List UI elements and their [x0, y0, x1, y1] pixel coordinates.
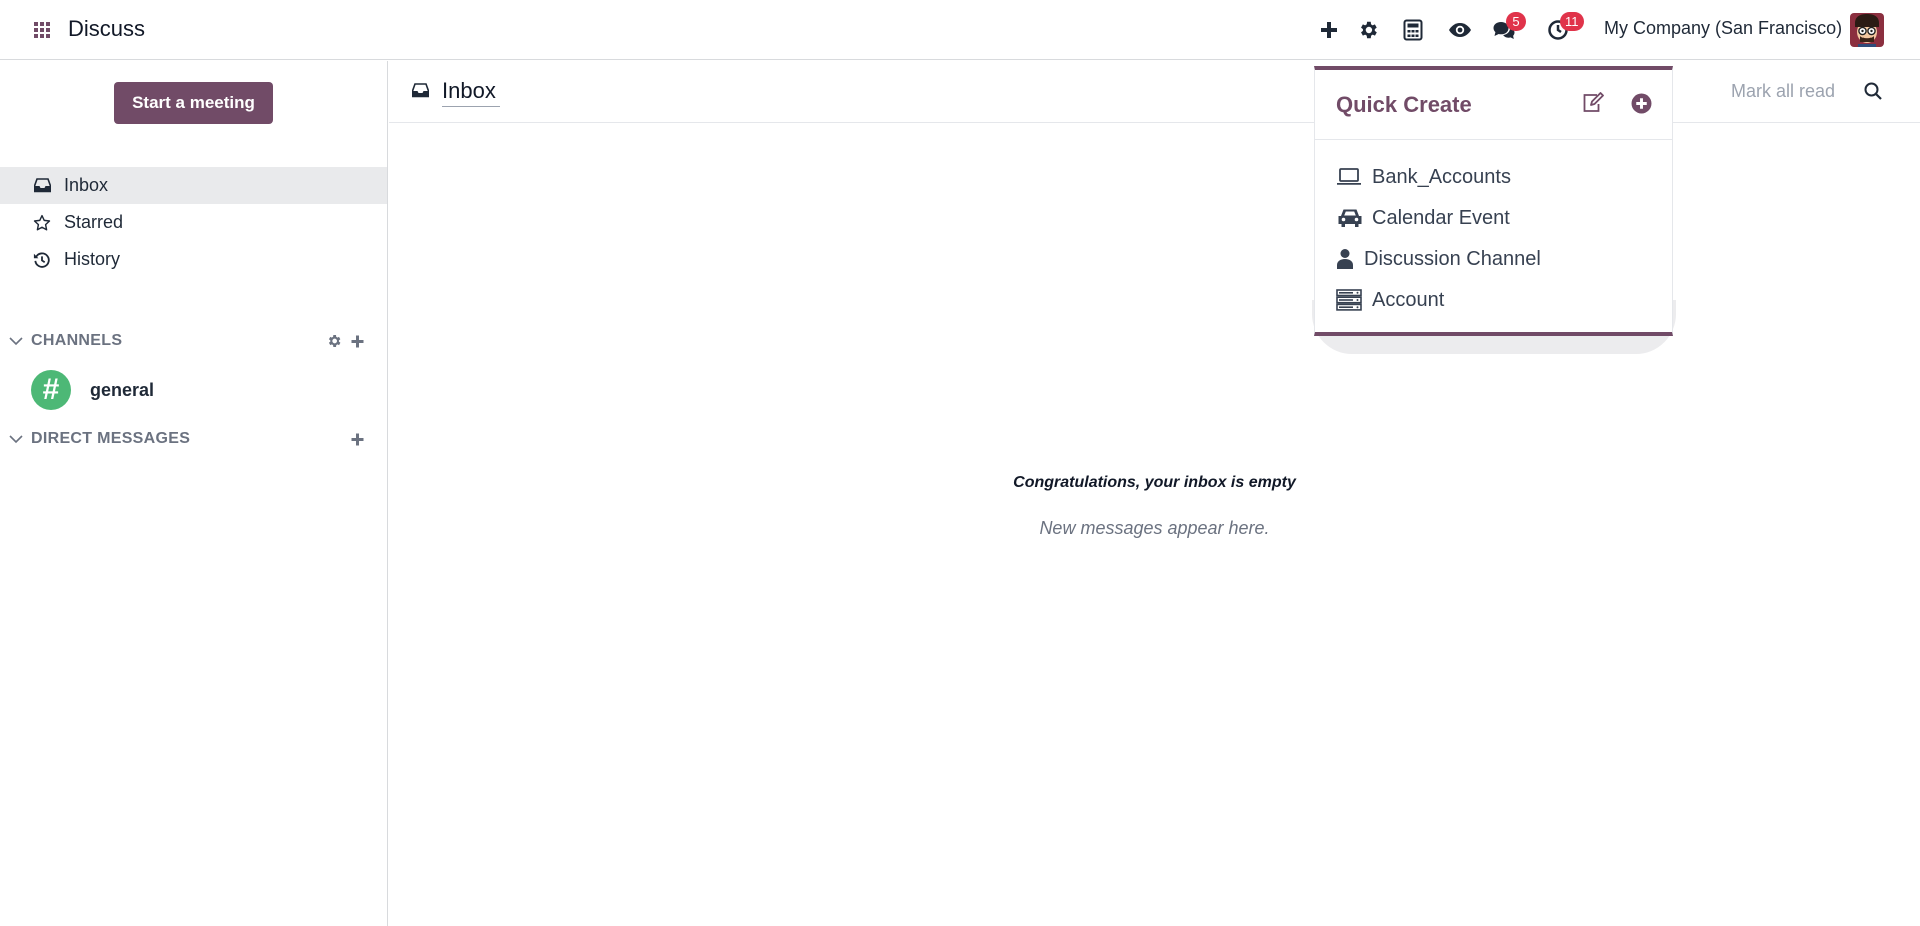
channel-settings-gear-icon[interactable]: [325, 332, 343, 350]
app-title[interactable]: Discuss: [68, 16, 145, 42]
user-icon: [1336, 247, 1356, 271]
apps-menu-icon[interactable]: [32, 20, 52, 40]
search-icon[interactable]: [1863, 81, 1885, 103]
messages-chat-icon[interactable]: 5: [1490, 12, 1526, 44]
thread-header: Inbox Mark all read: [389, 61, 1920, 123]
settings-gear-icon[interactable]: [1354, 16, 1382, 44]
top-navbar: Discuss 5 11 My Company (San Francisco): [0, 0, 1920, 60]
messages-count-badge: 5: [1506, 12, 1526, 31]
add-circle-icon[interactable]: [1631, 93, 1653, 115]
sidebar-item-history[interactable]: History: [0, 241, 387, 278]
quick-create-item-label: Account: [1372, 288, 1445, 311]
chevron-down-icon[interactable]: [8, 431, 24, 447]
channels-category: CHANNELS: [0, 326, 387, 356]
sidebar-item-inbox[interactable]: Inbox: [0, 167, 387, 204]
quick-create-item-calendar-event[interactable]: Calendar Event: [1336, 201, 1656, 235]
channel-name: general: [90, 379, 155, 400]
discuss-sidebar: Start a meeting Inbox Starred History CH…: [0, 61, 388, 926]
quick-create-dropdown: Quick Create Bank_Accounts Calendar Even…: [1314, 66, 1673, 336]
channel-item-general[interactable]: # general: [0, 366, 387, 414]
channels-category-label[interactable]: CHANNELS: [31, 332, 122, 350]
quick-create-item-label: Calendar Event: [1372, 206, 1510, 229]
server-icon: [1336, 288, 1364, 312]
quick-create-title: Quick Create: [1336, 92, 1472, 117]
car-icon: [1336, 206, 1364, 230]
user-avatar[interactable]: [1850, 13, 1884, 47]
sidebar-item-starred[interactable]: Starred: [0, 204, 387, 241]
quick-create-plus-icon[interactable]: [1315, 16, 1343, 44]
star-icon: [33, 214, 51, 232]
activities-clock-icon[interactable]: 11: [1544, 12, 1584, 44]
sidebar-item-label: History: [64, 249, 121, 269]
calculator-icon[interactable]: [1399, 16, 1427, 44]
laptop-icon: [1336, 165, 1364, 189]
start-meeting-button[interactable]: Start a meeting: [114, 82, 273, 124]
history-icon: [33, 251, 51, 269]
quick-create-item-account[interactable]: Account: [1336, 283, 1656, 317]
add-channel-plus-icon[interactable]: [348, 332, 366, 350]
quick-create-header: Quick Create: [1315, 70, 1672, 140]
add-direct-message-plus-icon[interactable]: [348, 430, 366, 448]
inbox-icon: [33, 177, 51, 195]
direct-messages-category-label[interactable]: DIRECT MESSAGES: [31, 430, 190, 448]
channel-avatar: #: [31, 370, 71, 410]
inbox-icon: [411, 83, 430, 101]
sidebar-item-label: Starred: [64, 212, 124, 232]
chevron-down-icon[interactable]: [8, 333, 24, 349]
quick-create-item-label: Bank_Accounts: [1372, 165, 1511, 188]
company-switcher[interactable]: My Company (San Francisco): [1604, 18, 1842, 39]
edit-icon[interactable]: [1581, 92, 1605, 116]
quick-create-item-label: Discussion Channel: [1364, 247, 1541, 270]
thread-title: Inbox: [442, 78, 500, 107]
eye-icon[interactable]: [1446, 16, 1474, 44]
sidebar-item-label: Inbox: [64, 175, 109, 195]
empty-inbox-subtitle: New messages appear here.: [1039, 518, 1270, 538]
direct-messages-category: DIRECT MESSAGES: [0, 424, 387, 454]
quick-create-item-bank-accounts[interactable]: Bank_Accounts: [1336, 160, 1656, 194]
quick-create-item-discussion-channel[interactable]: Discussion Channel: [1336, 242, 1656, 276]
mark-all-read-button[interactable]: Mark all read: [1731, 81, 1835, 102]
activities-count-badge: 11: [1560, 12, 1584, 31]
empty-inbox-title: Congratulations, your inbox is empty: [1013, 474, 1296, 491]
